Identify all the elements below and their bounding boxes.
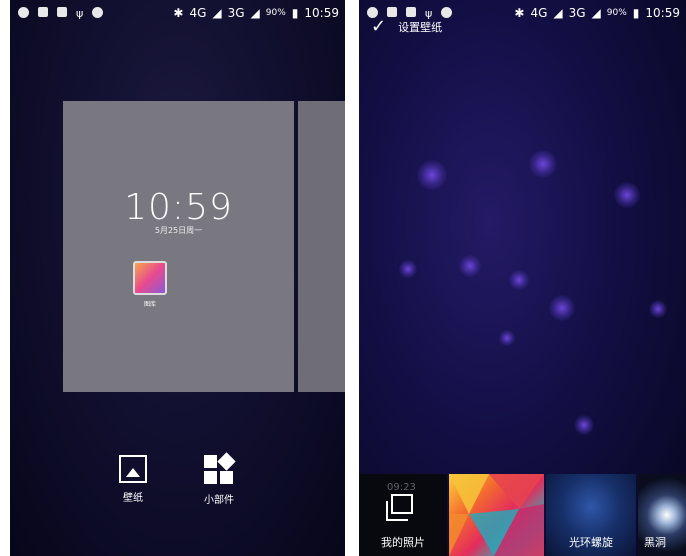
sim-icon bbox=[406, 7, 416, 17]
particle bbox=[549, 295, 575, 321]
signal-icon: ◢ bbox=[553, 6, 563, 20]
particle bbox=[499, 330, 515, 346]
sim-icon bbox=[57, 7, 67, 17]
polygon-art bbox=[449, 474, 544, 556]
action-bar: ✓ 设置壁纸 bbox=[371, 18, 442, 36]
battery-percent: 90% bbox=[265, 8, 286, 18]
set-wallpaper-screen: ψ ✱ 4G ◢ 3G ◢ 90% ▮ 10:59 ✓ 设置壁纸 09:23 我… bbox=[359, 0, 686, 556]
thumb-label: 我的照片 bbox=[381, 536, 425, 549]
check-icon[interactable]: ✓ bbox=[371, 18, 386, 36]
bluetooth-icon: ✱ bbox=[514, 6, 525, 20]
particle bbox=[417, 160, 447, 190]
particle bbox=[399, 260, 417, 278]
thumb-black-hole[interactable]: 黑洞 bbox=[638, 474, 686, 556]
signal2-icon: ◢ bbox=[250, 6, 260, 20]
wallpaper-strip: 09:23 我的照片 光环螺旋 黑洞 bbox=[359, 474, 686, 556]
photos-icon bbox=[386, 494, 413, 521]
next-page-preview[interactable] bbox=[298, 101, 345, 392]
usb-icon: ψ bbox=[76, 7, 84, 20]
particle bbox=[459, 255, 481, 277]
widgets-button[interactable]: 小部件 bbox=[194, 452, 244, 506]
android-icon bbox=[441, 7, 453, 18]
home-edit-screen: ψ ✱ 4G ◢ 3G ◢ 90% ▮ 10:59 10:59 5月25日周一 … bbox=[10, 0, 345, 556]
network2-label: 3G bbox=[568, 6, 586, 20]
particle bbox=[529, 150, 557, 178]
particle bbox=[649, 300, 667, 318]
wallpaper-icon bbox=[119, 455, 147, 483]
battery-percent: 90% bbox=[606, 8, 627, 18]
faded-time: 09:23 bbox=[387, 482, 416, 493]
set-wallpaper-title[interactable]: 设置壁纸 bbox=[398, 19, 442, 35]
gallery-app[interactable]: 图库 bbox=[133, 261, 167, 308]
thumb-label: 光环螺旋 bbox=[569, 536, 613, 549]
thumb-halo-spiral[interactable]: 光环螺旋 bbox=[546, 474, 636, 556]
sync-icon bbox=[18, 7, 29, 18]
status-time: 10:59 bbox=[304, 6, 339, 20]
clock-widget[interactable]: 10:59 bbox=[63, 187, 294, 228]
bluetooth-icon: ✱ bbox=[173, 6, 184, 20]
status-time: 10:59 bbox=[645, 6, 680, 20]
image-icon bbox=[387, 7, 397, 17]
widgets-label: 小部件 bbox=[204, 495, 234, 506]
signal2-icon: ◢ bbox=[591, 6, 601, 20]
network2-label: 3G bbox=[227, 6, 245, 20]
network-label: 4G bbox=[189, 6, 207, 20]
gallery-icon bbox=[133, 261, 167, 295]
date-label: 5月25日周一 bbox=[154, 226, 203, 235]
wallpaper-button[interactable]: 壁纸 bbox=[108, 455, 158, 504]
status-bar: ψ ✱ 4G ◢ 3G ◢ 90% ▮ 10:59 bbox=[10, 0, 345, 28]
signal-icon: ◢ bbox=[212, 6, 222, 20]
battery-icon: ▮ bbox=[291, 6, 299, 20]
wallpaper-label: 壁纸 bbox=[123, 493, 143, 504]
widgets-icon bbox=[204, 452, 236, 485]
battery-icon: ▮ bbox=[632, 6, 640, 20]
thumb-polygon[interactable] bbox=[449, 474, 544, 556]
network-label: 4G bbox=[530, 6, 548, 20]
thumb-label: 黑洞 bbox=[644, 536, 666, 549]
thumb-my-photos[interactable]: 09:23 我的照片 bbox=[359, 474, 447, 556]
android-icon bbox=[92, 7, 104, 18]
particle bbox=[509, 270, 529, 290]
home-page-preview[interactable]: 10:59 5月25日周一 图库 bbox=[63, 101, 294, 392]
particle bbox=[614, 182, 640, 208]
particle bbox=[574, 415, 594, 435]
image-icon bbox=[38, 7, 48, 17]
gallery-label: 图库 bbox=[143, 301, 156, 308]
